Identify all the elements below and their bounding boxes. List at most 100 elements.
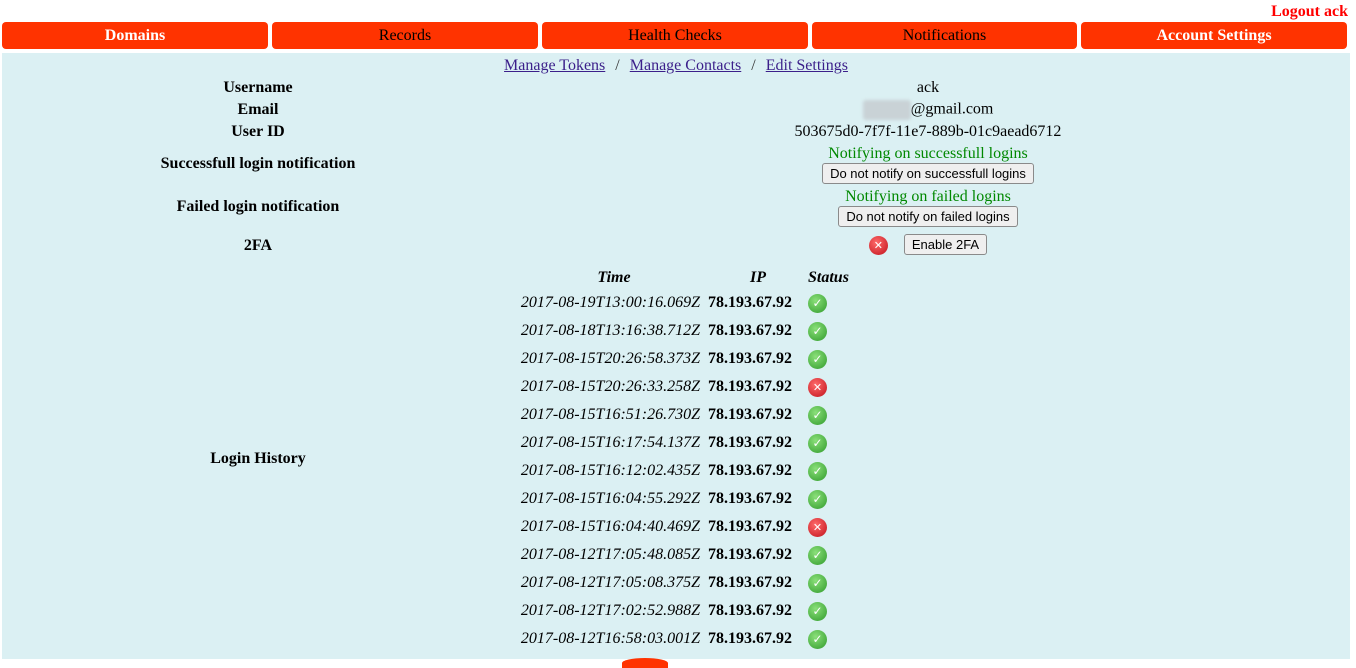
email-value: @gmail.com [502,100,1354,120]
check-icon: ✓ [808,629,827,649]
login-time: 2017-08-15T16:04:40.469Z [520,518,700,535]
login-status: ✕ [808,513,868,541]
login-status: ✓ [808,569,868,597]
login-status: ✓ [808,317,868,345]
table-row: 2017-08-12T17:05:08.375Z 78.193.67.92 ✓ [520,569,868,597]
table-row: 2017-08-15T16:12:02.435Z 78.193.67.92 ✓ [520,457,868,485]
login-status: ✓ [808,401,868,429]
tab-domains[interactable]: Domains [2,22,268,49]
disable-failed-notify-button[interactable]: Do not notify on failed logins [838,206,1018,227]
main-tabs: Domains Records Health Checks Notificati… [0,22,1356,50]
subnav-separator: / [615,57,620,74]
login-ip: 78.193.67.92 [708,462,792,479]
username-value: ack [916,79,940,96]
check-icon: ✓ [808,321,827,341]
login-ip: 78.193.67.92 [708,406,792,423]
login-history-table: Time IP Status 2017-08-19T13:00:16.069Z 7… [520,267,868,653]
login-time: 2017-08-15T20:26:58.373Z [520,350,700,367]
table-row: 2017-08-15T16:04:40.469Z 78.193.67.92 ✕ [520,513,868,541]
tab-records[interactable]: Records [272,22,538,49]
account-settings-panel: Manage Tokens / Manage Contacts / Edit Setti… [2,53,1350,659]
time-column-header: Time [597,269,631,286]
login-ip: 78.193.67.92 [708,630,792,647]
check-icon: ✓ [808,601,827,621]
userid-value: 503675d0-7f7f-11e7-889b-01c9aead6712 [794,123,1062,140]
login-status: ✓ [808,625,868,653]
table-row: 2017-08-12T17:05:48.085Z 78.193.67.92 ✓ [520,541,868,569]
tab-notifications[interactable]: Notifications [812,22,1077,49]
login-status: ✓ [808,485,868,513]
check-icon: ✓ [808,489,827,509]
login-status: ✓ [808,345,868,373]
login-status: ✓ [808,289,868,317]
enable-2fa-button[interactable]: Enable 2FA [903,234,988,255]
table-row: 2017-08-15T20:26:33.258Z 78.193.67.92 ✕ [520,373,868,401]
cross-icon: ✕ [808,377,827,397]
twofa-label: 2FA [243,237,273,254]
login-history-header: Time IP Status [520,267,868,289]
manage-contacts-link[interactable]: Manage Contacts [630,57,742,74]
login-time: 2017-08-19T13:00:16.069Z [520,294,700,311]
login-time: 2017-08-15T16:04:55.292Z [520,490,700,507]
check-icon: ✓ [808,461,827,481]
login-ip: 78.193.67.92 [708,350,792,367]
success-notification-row: Do not notify on successfull logins [502,163,1354,184]
login-ip: 78.193.67.92 [708,294,792,311]
login-ip: 78.193.67.92 [708,602,792,619]
table-row: 2017-08-15T16:17:54.137Z 78.193.67.92 ✓ [520,429,868,457]
subnav-separator: / [751,57,756,74]
scroll-indicator [622,658,668,668]
twofa-row: ✕ Enable 2FA [502,234,1354,255]
table-row: 2017-08-12T16:58:03.001Z 78.193.67.92 ✓ [520,625,868,653]
cross-icon: ✕ [868,235,888,255]
login-ip: 78.193.67.92 [708,546,792,563]
username-label: Username [223,79,293,96]
email-label: Email [237,101,279,118]
tab-health-checks[interactable]: Health Checks [542,22,808,49]
status-column-header: Status [808,269,849,286]
email-domain: @gmail.com [910,100,994,118]
cross-icon: ✕ [808,517,827,537]
login-time: 2017-08-12T17:02:52.988Z [520,602,700,619]
failed-notification-label: Failed login notification [176,198,340,215]
login-time: 2017-08-15T16:12:02.435Z [520,462,700,479]
edit-settings-link[interactable]: Edit Settings [766,57,848,74]
check-icon: ✓ [808,349,827,369]
login-ip: 78.193.67.92 [708,322,792,339]
login-status: ✓ [808,541,868,569]
failed-notification-row: Do not notify on failed logins [502,206,1354,227]
login-history-label: Login History [210,450,306,467]
check-icon: ✓ [808,293,827,313]
table-row: 2017-08-19T13:00:16.069Z 78.193.67.92 ✓ [520,289,868,317]
login-time: 2017-08-12T17:05:48.085Z [520,546,700,563]
login-time: 2017-08-15T16:17:54.137Z [520,434,700,451]
login-ip: 78.193.67.92 [708,490,792,507]
logout-link[interactable]: Logout ack [1271,3,1348,21]
tab-account-settings[interactable]: Account Settings [1081,22,1347,49]
settings-subnav: Manage Tokens / Manage Contacts / Edit Setti… [2,57,1350,75]
userid-label: User ID [231,123,285,140]
manage-tokens-link[interactable]: Manage Tokens [504,57,605,74]
login-ip: 78.193.67.92 [708,434,792,451]
success-notification-label: Successfull login notification [160,155,356,172]
redacted-email-user [862,100,911,120]
check-icon: ✓ [808,573,827,593]
check-icon: ✓ [808,433,827,453]
login-ip: 78.193.67.92 [708,518,792,535]
check-icon: ✓ [808,405,827,425]
table-row: 2017-08-18T13:16:38.712Z 78.193.67.92 ✓ [520,317,868,345]
login-time: 2017-08-12T17:05:08.375Z [520,574,700,591]
failed-notification-status: Notifying on failed logins [845,188,1011,205]
login-time: 2017-08-15T20:26:33.258Z [520,378,700,395]
login-ip: 78.193.67.92 [708,378,792,395]
login-status: ✓ [808,597,868,625]
login-status: ✕ [808,373,868,401]
table-row: 2017-08-15T20:26:58.373Z 78.193.67.92 ✓ [520,345,868,373]
login-time: 2017-08-18T13:16:38.712Z [520,322,700,339]
table-row: 2017-08-12T17:02:52.988Z 78.193.67.92 ✓ [520,597,868,625]
success-notification-status: Notifying on successfull logins [828,145,1028,162]
login-time: 2017-08-15T16:51:26.730Z [520,406,700,423]
check-icon: ✓ [808,545,827,565]
ip-column-header: IP [750,269,766,286]
disable-success-notify-button[interactable]: Do not notify on successfull logins [822,163,1034,184]
